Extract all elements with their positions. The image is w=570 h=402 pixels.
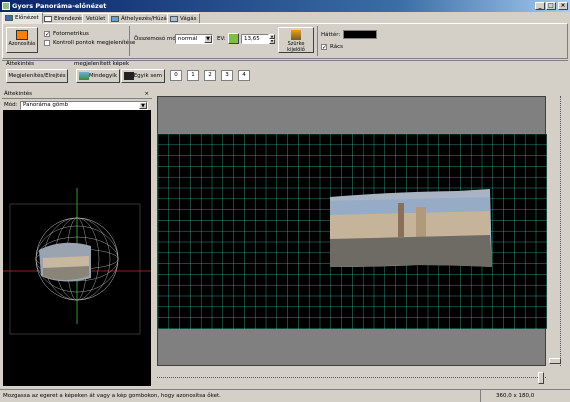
overview-group-label: Áttekintés	[6, 61, 34, 67]
overview-sphere-view[interactable]	[3, 110, 151, 386]
tab-preview[interactable]: Előnézet	[2, 12, 43, 24]
blend-mode-select[interactable]: normál ▼	[175, 34, 213, 44]
overview-toggle-label: Megjelenítés/Elrejtés	[8, 73, 66, 79]
grid-label: Rács	[330, 44, 343, 50]
vertical-slider-thumb[interactable]	[549, 358, 561, 364]
tab-label: Vetület	[86, 16, 106, 22]
mode-value: Panoráma gömb	[23, 102, 69, 108]
tab-label: Vágás	[180, 16, 197, 22]
grid-checkbox[interactable]: ✓	[321, 44, 327, 51]
identify-icon	[16, 30, 28, 40]
ev-reset-button[interactable]	[228, 33, 239, 44]
grey-point-label: Szürke kijelölő	[287, 41, 305, 53]
control-points-checkbox[interactable]	[44, 40, 50, 46]
tab-label: Áthelyezés/Húzás	[121, 16, 170, 22]
image-toggle-0[interactable]: 0	[170, 70, 182, 81]
overview-panel: Áttekintés × Mód: Panoráma gömb ▼	[2, 90, 152, 388]
minimize-button[interactable]: _	[535, 2, 545, 10]
status-message: Mozgassa az egeret a képeken át vagy a k…	[3, 393, 221, 399]
toolbar-panel: Azonosítás ✓ Fotometrikus Kontroll ponto…	[2, 23, 568, 59]
eyedropper-icon	[291, 30, 301, 40]
image-toggle-1[interactable]: 1	[187, 70, 199, 81]
status-bar: Mozgassa az egeret a képeken át vagy a k…	[0, 389, 570, 402]
maximize-button[interactable]: □	[546, 2, 556, 10]
separator	[129, 26, 130, 56]
horizontal-ruler	[157, 377, 546, 383]
grey-point-button[interactable]: Szürke kijelölő	[278, 27, 314, 53]
photometric-checkbox[interactable]: ✓	[44, 31, 50, 38]
image-toggle-3[interactable]: 3	[221, 70, 233, 81]
overview-toggle-button[interactable]: Megjelenítés/Elrejtés	[6, 69, 68, 83]
chevron-down-icon: ▼	[139, 102, 147, 109]
show-none-button[interactable]: Egyik sem	[121, 69, 165, 83]
projection-size: 360,0 x 180,0	[496, 393, 535, 399]
show-none-label: Egyik sem	[133, 73, 162, 79]
horizontal-slider-thumb[interactable]	[538, 372, 544, 384]
blend-mode-value: normál	[178, 36, 198, 42]
separator	[480, 390, 481, 402]
ev-down-button[interactable]: ▼	[269, 39, 275, 44]
move-icon	[111, 16, 119, 22]
layout-icon	[44, 16, 52, 22]
image-toggle-4[interactable]: 4	[238, 70, 250, 81]
preview-canvas[interactable]	[157, 96, 548, 366]
close-icon[interactable]: ×	[144, 90, 149, 99]
close-button[interactable]: ×	[558, 2, 568, 10]
show-all-button[interactable]: Mindegyik	[76, 69, 120, 83]
horizontal-scrollbar[interactable]	[157, 368, 546, 386]
panorama-image	[330, 189, 492, 267]
background-color-swatch[interactable]	[343, 30, 377, 39]
separator	[317, 26, 318, 56]
preview-icon	[5, 15, 13, 21]
ev-value: 13,65	[244, 36, 260, 42]
window-title: Gyors Panoráma-előnézet	[12, 2, 107, 10]
app-icon	[2, 2, 10, 10]
photometric-label: Fotometrikus	[53, 31, 89, 37]
display-row: Áttekintés Megjelenítés/Elrejtés megjele…	[2, 60, 568, 86]
show-none-icon	[124, 72, 134, 80]
ev-input[interactable]: 13,65	[241, 34, 269, 44]
vertical-scrollbar[interactable]	[548, 96, 568, 366]
mode-label: Mód:	[4, 102, 18, 108]
projection-grid	[157, 133, 548, 329]
image-toggle-2[interactable]: 2	[204, 70, 216, 81]
show-all-label: Mindegyik	[88, 73, 117, 79]
ev-label: EV:	[217, 36, 226, 42]
show-all-icon	[79, 72, 89, 80]
title-bar: Gyors Panoráma-előnézet _ □ ×	[0, 0, 570, 12]
sphere-canvas	[3, 188, 151, 335]
shown-images-label: megjelenített képek	[74, 61, 130, 67]
mode-select[interactable]: Panoráma gömb ▼	[20, 101, 148, 110]
crop-icon	[170, 16, 178, 22]
chevron-down-icon: ▼	[204, 35, 212, 43]
tab-label: Előnézet	[15, 15, 39, 21]
identify-label: Azonosítás	[8, 41, 36, 47]
control-points-label: Kontroll pontok megjelenítése	[53, 40, 136, 46]
background-label: Háttér:	[321, 32, 341, 38]
overview-panel-title: Áttekintés	[4, 91, 32, 97]
overview-panel-header: Áttekintés ×	[2, 90, 152, 99]
tab-label: Elrendezés	[54, 16, 85, 22]
identify-button[interactable]: Azonosítás	[6, 27, 38, 53]
vertical-ruler	[551, 96, 561, 366]
